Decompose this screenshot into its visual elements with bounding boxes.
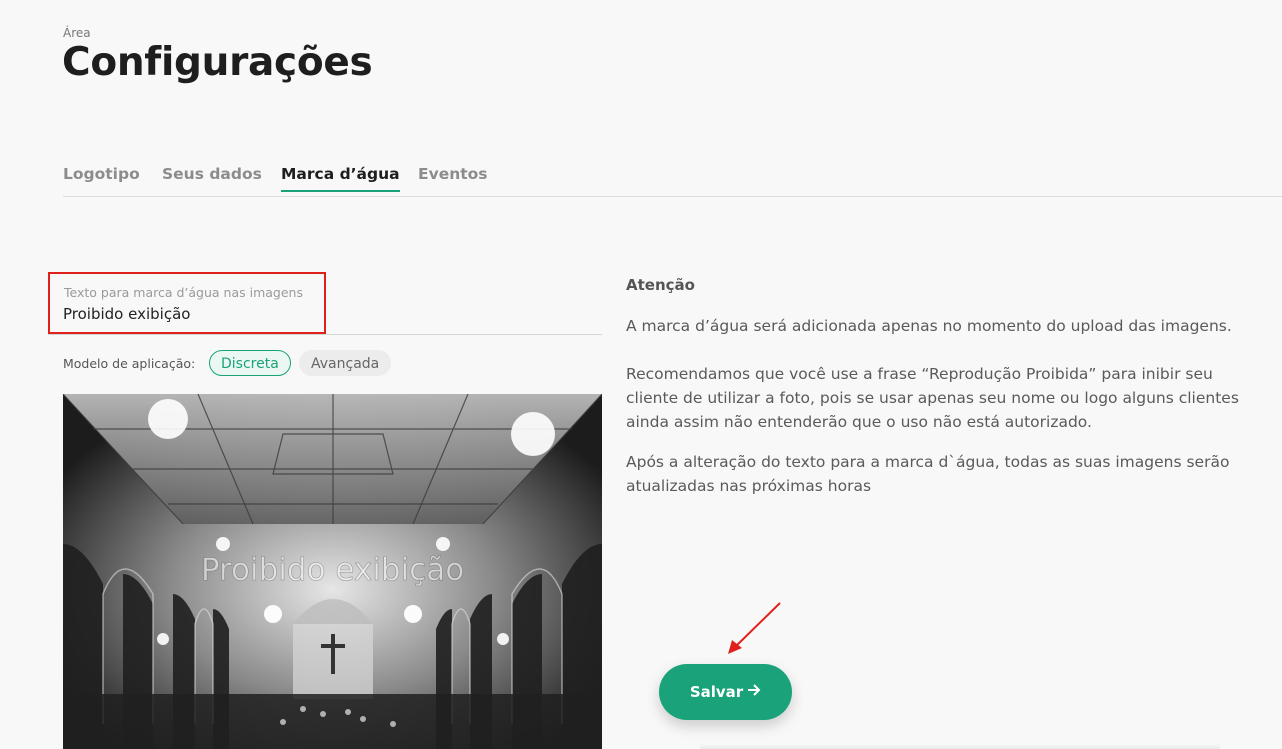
attention-paragraph-1: A marca d’água será adicionada apenas no… <box>626 317 1232 335</box>
save-button-label: Salvar <box>689 683 744 701</box>
page-title: Configurações <box>62 40 373 85</box>
option-avancada[interactable]: Avançada <box>299 350 392 376</box>
tab-marca-dagua[interactable]: Marca d’água <box>281 165 400 192</box>
watermark-text-input[interactable] <box>63 305 583 323</box>
watermark-preview-image: Proibido exibição <box>63 394 602 749</box>
tab-eventos[interactable]: Eventos <box>418 165 488 190</box>
watermark-text-field: Texto para marca d’água nas imagens <box>48 272 602 335</box>
tab-bar: Logotipo Seus dados Marca d’água Eventos <box>63 162 1282 197</box>
attention-paragraph-2: Recomendamos que você use a frase “Repro… <box>626 365 1239 431</box>
settings-page: Área Configurações Logotipo Seus dados M… <box>0 0 1282 749</box>
watermark-text-label: Texto para marca d’água nas imagens <box>64 285 303 300</box>
arrow-right-icon <box>747 683 761 701</box>
option-discreta[interactable]: Discreta <box>209 350 291 376</box>
attention-title: Atenção <box>626 276 695 294</box>
area-label: Área <box>63 26 91 40</box>
tab-logotipo[interactable]: Logotipo <box>63 165 140 190</box>
attention-panel: Atenção A marca d’água será adicionada a… <box>626 276 1266 498</box>
red-arrow-annotation <box>728 602 781 654</box>
highlight-annotation <box>48 272 326 334</box>
save-button[interactable]: Salvar <box>659 664 792 720</box>
application-model-label: Modelo de aplicação: <box>63 356 196 371</box>
bottom-bar-shadow <box>700 744 1220 749</box>
preview-watermark-text: Proibido exibição <box>200 552 465 589</box>
attention-paragraph-3: Após a alteração do texto para a marca d… <box>626 453 1230 495</box>
tab-seus-dados[interactable]: Seus dados <box>162 165 262 190</box>
